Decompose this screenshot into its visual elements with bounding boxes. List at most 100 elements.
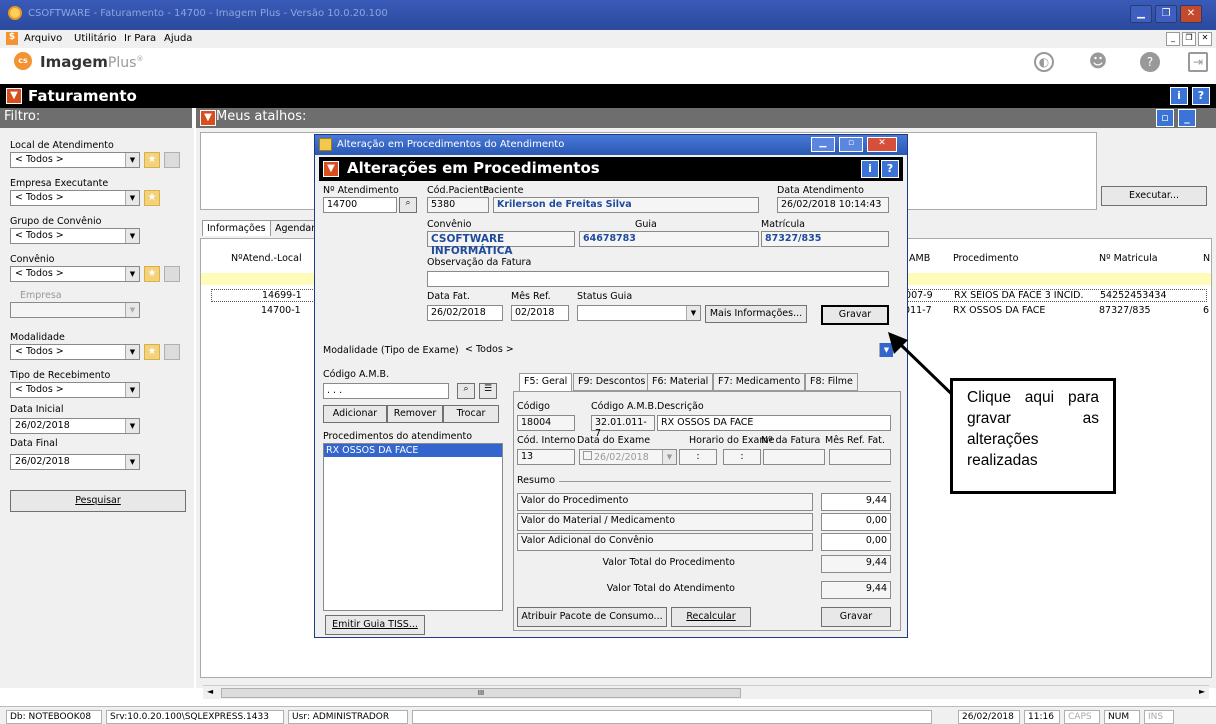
col-header-n[interactable]: N <box>1203 253 1210 264</box>
info-icon[interactable]: i <box>1170 87 1188 105</box>
pesquisar-button[interactable]: Pesquisar <box>10 490 186 512</box>
remover-button[interactable]: Remover <box>387 405 443 423</box>
binoculars-icon[interactable]: ⌕ <box>399 197 417 213</box>
star-icon[interactable]: ★ <box>144 190 160 206</box>
modalidade-select[interactable]: < Todos > ▼ <box>10 344 140 360</box>
recalcular-button[interactable]: Recalcular <box>671 607 751 627</box>
scroll-left-icon[interactable]: ◄ <box>207 687 213 696</box>
app-menu-icon[interactable]: $ <box>6 32 18 45</box>
minimize-button[interactable]: ▁ <box>1130 5 1152 23</box>
data-inicial-field[interactable]: 26/02/2018 ▼ <box>10 418 140 434</box>
tipo-receb-select[interactable]: < Todos > ▼ <box>10 382 140 398</box>
gravar-top-button[interactable]: Gravar <box>821 305 889 325</box>
modalidade-select[interactable]: < Todos > ▼ <box>461 343 893 359</box>
col-header-amb[interactable]: AMB <box>909 253 930 264</box>
resumo-label: Resumo <box>517 475 556 486</box>
globe-icon[interactable]: ◐ <box>1034 52 1054 72</box>
empresa-select[interactable]: ▼ <box>10 302 140 318</box>
scroll-right-icon[interactable]: ► <box>1199 687 1205 696</box>
star-icon[interactable]: ★ <box>144 344 160 360</box>
mais-info-button[interactable]: Mais Informações... <box>705 305 807 323</box>
restore-button[interactable]: ❐ <box>1155 5 1177 23</box>
tab-informacoes[interactable]: Informações <box>202 220 271 236</box>
col-header-procedimento[interactable]: Procedimento <box>953 253 1018 264</box>
data-final-field[interactable]: 26/02/2018 ▼ <box>10 454 140 470</box>
grupo-select[interactable]: < Todos > ▼ <box>10 228 140 244</box>
dataexame-field[interactable]: 26/02/2018 ▼ <box>579 449 677 465</box>
dialog-window-title: Alteração em Procedimentos do Atendiment… <box>337 139 565 150</box>
convenio-select[interactable]: < Todos > ▼ <box>10 266 140 282</box>
empresa-exec-select[interactable]: < Todos > ▼ <box>10 190 140 206</box>
row-matricula: 87327/835 <box>1099 305 1151 316</box>
checkbox-icon[interactable] <box>583 451 592 460</box>
dialog-minimize-button[interactable]: ▁ <box>811 137 835 152</box>
close-button[interactable]: ✕ <box>1180 5 1202 23</box>
atribuir-pacote-button[interactable]: Atribuir Pacote de Consumo... <box>517 607 667 627</box>
valor-mat-field[interactable]: 0,00 <box>821 513 891 531</box>
nfatura-label: Nº da Fatura <box>761 435 821 446</box>
mdi-restore-button[interactable]: ❐ <box>1182 32 1196 46</box>
star-icon[interactable]: ★ <box>144 266 160 282</box>
horario-field-2[interactable]: : <box>723 449 761 465</box>
tab-medicamento[interactable]: F7: Medicamento <box>713 373 806 391</box>
menu-arquivo[interactable]: Arquivo <box>24 33 62 44</box>
col-header-matricula[interactable]: Nº Matricula <box>1099 253 1158 264</box>
list-item[interactable]: RX OSSOS DA FACE <box>324 444 502 457</box>
codamb-field[interactable]: . . . <box>323 383 449 399</box>
status-usr: Usr: ADMINISTRADOR <box>288 710 408 724</box>
dialog-maximize-button[interactable]: ▫ <box>839 137 863 152</box>
horizontal-scrollbar[interactable]: ◄ III ► <box>203 685 1209 699</box>
descricao-label: Descrição <box>657 401 704 412</box>
user-icon[interactable]: ☻ <box>1088 52 1108 72</box>
codint-label: Cód. Interno <box>517 435 576 446</box>
descricao-field[interactable]: RX OSSOS DA FACE <box>657 415 891 431</box>
valor-adic-field[interactable]: 0,00 <box>821 533 891 551</box>
grid-icon[interactable] <box>164 266 180 282</box>
restore-panel-icon[interactable]: ▫ <box>1156 109 1174 127</box>
help-icon[interactable]: ? <box>1140 52 1160 72</box>
mesref-field[interactable]: 02/2018 <box>511 305 569 321</box>
row-atend: 14700-1 <box>261 305 301 316</box>
menu-bar: $ Arquivo Utilitário Ir Para Ajuda _ ❐ ✕ <box>0 30 1216 48</box>
exit-icon[interactable]: ⇥ <box>1188 52 1208 72</box>
menu-utilitario[interactable]: Utilitário <box>74 33 117 44</box>
shortcuts-title: Meus atalhos: <box>216 109 307 124</box>
menu-ir-para[interactable]: Ir Para <box>124 33 156 44</box>
tab-material[interactable]: F6: Material <box>647 373 714 391</box>
scroll-thumb[interactable]: III <box>221 688 741 698</box>
mdi-minimize-button[interactable]: _ <box>1166 32 1180 46</box>
status-guia-select[interactable]: ▼ <box>577 305 701 321</box>
tab-geral[interactable]: F5: Geral <box>519 373 573 391</box>
grid-icon[interactable] <box>164 344 180 360</box>
horario-field-1[interactable]: : <box>679 449 717 465</box>
adicionar-button[interactable]: Adicionar <box>323 405 387 423</box>
star-icon[interactable]: ★ <box>144 152 160 168</box>
module-icon: ▼ <box>6 88 22 104</box>
dialog-close-button[interactable]: ✕ <box>867 137 897 152</box>
row-extra: 6 <box>1203 305 1210 316</box>
valor-proc-field[interactable]: 9,44 <box>821 493 891 511</box>
dialog-help-icon[interactable]: ? <box>881 160 899 178</box>
obs-field[interactable] <box>427 271 889 287</box>
trocar-button[interactable]: Trocar <box>443 405 499 423</box>
gravar-bottom-button[interactable]: Gravar <box>821 607 891 627</box>
emitir-guia-button[interactable]: Emitir Guia TISS... <box>325 615 425 635</box>
proc-list[interactable]: RX OSSOS DA FACE <box>323 443 503 611</box>
executar-button[interactable]: Executar... <box>1101 186 1207 206</box>
col-header-atend[interactable]: NºAtend.-Local <box>231 253 302 264</box>
list-icon[interactable]: ☰ <box>479 383 497 399</box>
datafat-field[interactable]: 26/02/2018 <box>427 305 503 321</box>
binoculars-icon[interactable]: ⌕ <box>457 383 475 399</box>
tab-descontos[interactable]: F9: Descontos <box>573 373 651 391</box>
natend-field[interactable]: 14700 <box>323 197 397 213</box>
menu-ajuda[interactable]: Ajuda <box>164 33 192 44</box>
mdi-close-button[interactable]: ✕ <box>1198 32 1212 46</box>
tab-filme[interactable]: F8: Filme <box>805 373 858 391</box>
dialog-info-icon[interactable]: i <box>861 160 879 178</box>
status-guia-label: Status Guia <box>577 291 633 302</box>
local-select[interactable]: < Todos > ▼ <box>10 152 140 168</box>
grid-icon[interactable] <box>164 152 180 168</box>
minimize-panel-icon[interactable]: _ <box>1178 109 1196 127</box>
help-icon[interactable]: ? <box>1192 87 1210 105</box>
data-final-label: Data Final <box>10 438 58 449</box>
